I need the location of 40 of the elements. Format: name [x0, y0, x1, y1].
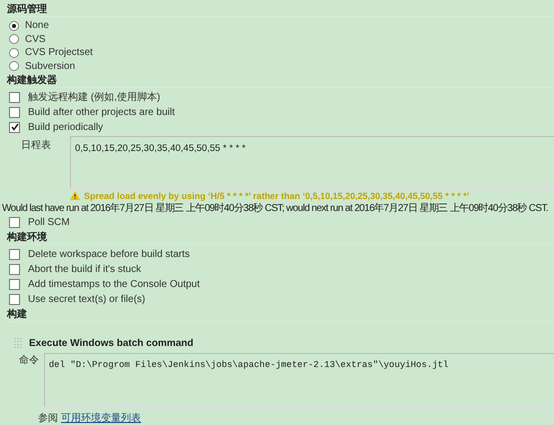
radio-button[interactable] — [9, 34, 19, 44]
checkbox-label: Use secret text(s) or file(s) — [28, 294, 146, 305]
drag-handle-icon[interactable] — [14, 338, 23, 348]
checkbox[interactable] — [9, 122, 20, 133]
checkbox-label: Build periodically — [28, 122, 104, 133]
checkbox[interactable] — [9, 92, 20, 103]
checkbox-label: Abort the build if it's stuck — [28, 264, 142, 275]
section-title: 源码管理 — [7, 3, 554, 17]
checkbox[interactable] — [9, 248, 20, 260]
section-title: 构建环境 — [7, 230, 554, 245]
radio-button[interactable] — [9, 61, 19, 72]
warning-icon — [70, 191, 80, 200]
checkbox-label: Delete workspace before build starts — [28, 248, 190, 260]
checkbox[interactable] — [9, 278, 20, 290]
checkbox[interactable] — [9, 294, 20, 305]
schedule-field[interactable]: 0,5,10,15,20,25,30,35,40,45,50,55 * * * * — [70, 136, 554, 189]
radio-label: CVS Projectset — [25, 47, 93, 58]
radio-label: None — [25, 20, 49, 32]
schedule-info: Would last have run at 2016年7月27日 星期三 上午09时40分38秒 CST; would next run at 2016年7月27日 星期三 上午09时40分38秒 CST. — [2, 202, 550, 215]
help-text: 参阅 — [38, 412, 58, 425]
checkbox-label: Build after other projects are built — [28, 106, 175, 118]
radio-label: CVS — [25, 34, 46, 45]
warning-text: Spread load evenly by using ‘H/5 * * * *’ rather than ‘0,5,10,15,20,25,30,35,40,45,50,55 * * * *’ — [84, 190, 470, 201]
checkbox[interactable] — [9, 106, 20, 118]
radio-button[interactable] — [9, 48, 19, 58]
checkbox-label: Poll SCM — [28, 216, 70, 228]
section-title: 构建触发器 — [7, 74, 554, 88]
radio-label: Subversion — [25, 60, 76, 72]
checkbox-label: Add timestamps to the Console Output — [28, 278, 200, 290]
command-field[interactable]: del "D:\Progrom Files\Jenkins\jobs\apache-jmeter-2.13\extras"\youyiHos.jtl — [44, 353, 554, 408]
field-label: 命令 — [19, 354, 40, 368]
checkbox[interactable] — [9, 264, 20, 275]
env-variables-link[interactable]: 可用环境变量列表 — [61, 411, 141, 425]
section-title: 构建 — [7, 308, 554, 322]
checkmark-icon — [10, 123, 18, 132]
field-label: 日程表 — [21, 138, 52, 153]
checkbox-label: 触发远程构建 (例如,使用脚本) — [28, 90, 160, 104]
build-step-title: Execute Windows batch command — [29, 338, 194, 349]
radio-button[interactable] — [9, 20, 19, 31]
checkbox[interactable] — [9, 216, 20, 228]
